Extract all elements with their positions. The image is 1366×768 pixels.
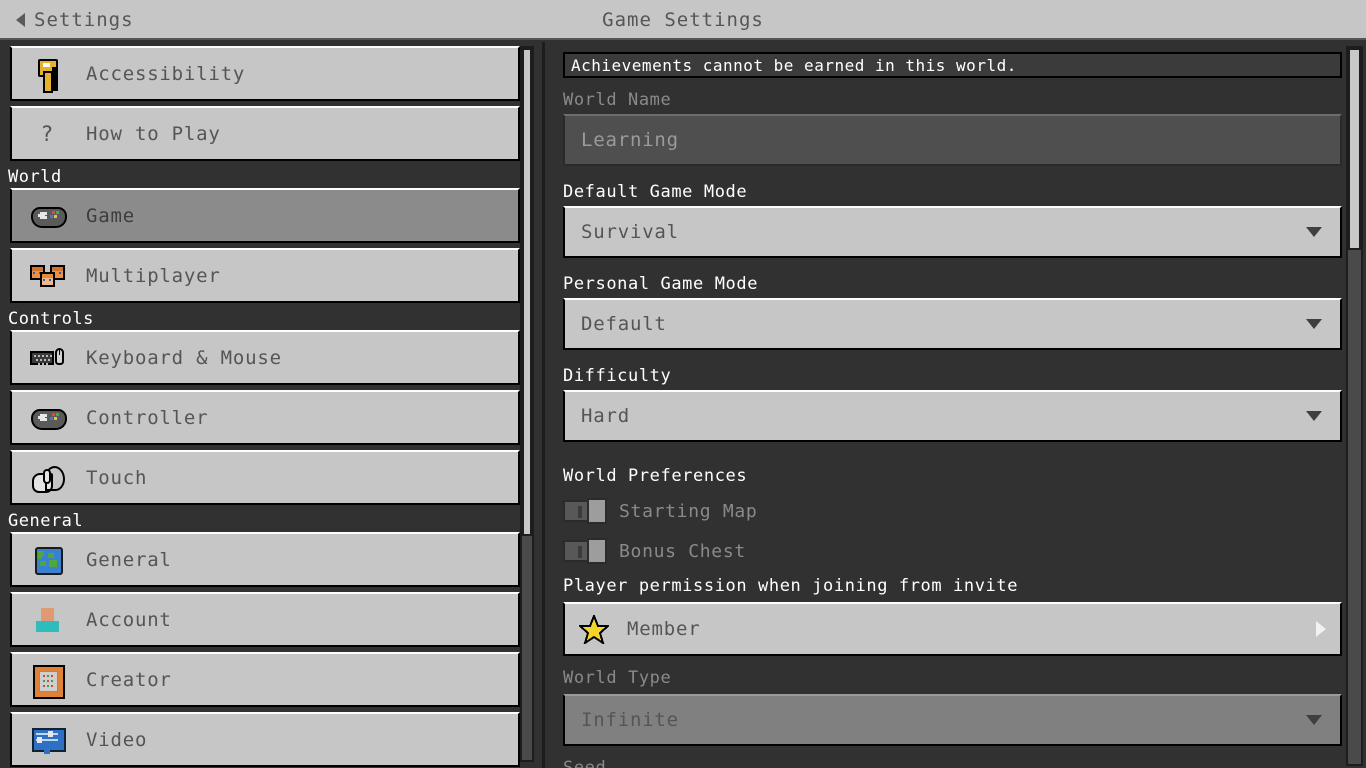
difficulty-value: Hard — [581, 405, 630, 427]
sidebar-item-label: General — [86, 548, 172, 571]
world-type-value: Infinite — [581, 709, 679, 731]
chevron-left-icon — [16, 13, 25, 27]
seed-label: Seed — [563, 758, 607, 768]
video-icon — [30, 723, 66, 757]
content-scrollbar-track[interactable] — [1346, 46, 1363, 766]
achievements-banner: Achievements cannot be earned in this wo… — [563, 52, 1342, 78]
starting-map-label: Starting Map — [619, 500, 758, 522]
sidebar-item-how-to-play[interactable]: ? How to Play — [10, 106, 520, 161]
content-scrollbar-thumb[interactable] — [1348, 48, 1361, 250]
chevron-down-icon — [1306, 227, 1322, 237]
difficulty-dropdown[interactable]: Hard — [563, 390, 1342, 442]
toggle-switch-off[interactable] — [563, 498, 609, 524]
creator-icon — [30, 663, 65, 699]
chevron-down-icon — [1306, 319, 1322, 329]
sidebar-item-multiplayer[interactable]: Multiplayer — [10, 248, 520, 303]
keyboard-mouse-icon — [30, 341, 64, 375]
sidebar-item-game[interactable]: Game — [10, 188, 520, 243]
world-name-input[interactable]: Learning — [563, 114, 1342, 166]
account-icon — [30, 603, 64, 637]
gamepad-icon — [30, 401, 67, 435]
sidebar-item-video[interactable]: Video — [10, 712, 520, 767]
sidebar-item-touch[interactable]: Touch — [10, 450, 520, 505]
sidebar-scroll-content: Accessibility ? How to Play World Game M… — [0, 42, 530, 768]
sidebar-item-general[interactable]: General — [10, 532, 520, 587]
chevron-right-icon — [1316, 621, 1326, 637]
difficulty-label: Difficulty — [563, 366, 672, 386]
starting-map-toggle-row[interactable]: Starting Map — [563, 498, 757, 524]
sidebar-item-label: Video — [86, 728, 148, 751]
sidebar-item-label: Account — [86, 608, 172, 631]
sidebar-scrollbar-thumb[interactable] — [522, 48, 532, 536]
sidebar-item-label: How to Play — [86, 122, 221, 145]
default-game-mode-label: Default Game Mode — [563, 182, 748, 202]
sidebar-item-label: Accessibility — [86, 62, 246, 85]
player-permission-value: Member — [627, 618, 701, 640]
sidebar-item-account[interactable]: Account — [10, 592, 520, 647]
personal-game-mode-dropdown[interactable]: Default — [563, 298, 1342, 350]
sidebar-item-label: Game — [86, 204, 135, 227]
gamepad-icon — [30, 199, 67, 233]
top-bar: Game Settings Settings — [0, 0, 1366, 40]
touch-hand-icon — [30, 461, 65, 495]
player-permission-row[interactable]: Member — [563, 602, 1342, 656]
sidebar-item-accessibility[interactable]: Accessibility — [10, 46, 520, 101]
game-settings-panel: Achievements cannot be earned in this wo… — [548, 42, 1366, 768]
back-to-settings-button[interactable]: Settings — [10, 0, 140, 40]
sidebar-group-controls: Controls — [0, 308, 530, 330]
sidebar-item-label: Multiplayer — [86, 264, 221, 287]
sidebar-item-creator[interactable]: Creator — [10, 652, 520, 707]
back-button-label: Settings — [34, 9, 134, 31]
sidebar-item-label: Keyboard & Mouse — [86, 346, 282, 369]
sidebar-item-keyboard-mouse[interactable]: Keyboard & Mouse — [10, 330, 520, 385]
world-type-dropdown[interactable]: Infinite — [563, 694, 1342, 746]
default-game-mode-dropdown[interactable]: Survival — [563, 206, 1342, 258]
page-title: Game Settings — [602, 9, 764, 31]
sidebar-item-label: Touch — [86, 466, 148, 489]
sidebar-item-controller[interactable]: Controller — [10, 390, 520, 445]
sidebar-item-label: Creator — [86, 668, 172, 691]
player-permission-label: Player permission when joining from invi… — [563, 576, 1019, 596]
sidebar-group-general: General — [0, 510, 530, 532]
bonus-chest-label: Bonus Chest — [619, 540, 746, 562]
settings-screen: Game Settings Settings Accessibility ? H… — [0, 0, 1366, 768]
player-faces-icon — [30, 259, 65, 293]
chevron-down-icon — [1306, 411, 1322, 421]
world-name-label: World Name — [563, 90, 672, 110]
question-mark-icon: ? — [40, 121, 54, 146]
personal-game-mode-label: Personal Game Mode — [563, 274, 759, 294]
world-type-label: World Type — [563, 668, 672, 688]
chevron-down-icon — [1306, 715, 1322, 725]
star-icon — [579, 614, 609, 644]
personal-game-mode-value: Default — [581, 313, 667, 335]
world-preferences-label: World Preferences — [563, 466, 748, 486]
sidebar-item-label: Controller — [86, 406, 209, 429]
settings-sidebar: Accessibility ? How to Play World Game M… — [0, 42, 545, 768]
sidebar-scrollbar-track[interactable] — [520, 46, 534, 762]
key-icon — [30, 57, 64, 93]
default-game-mode-value: Survival — [581, 221, 679, 243]
toggle-switch-off[interactable] — [563, 538, 609, 564]
sidebar-group-world: World — [0, 166, 530, 188]
globe-icon — [30, 543, 64, 577]
bonus-chest-toggle-row[interactable]: Bonus Chest — [563, 538, 746, 564]
